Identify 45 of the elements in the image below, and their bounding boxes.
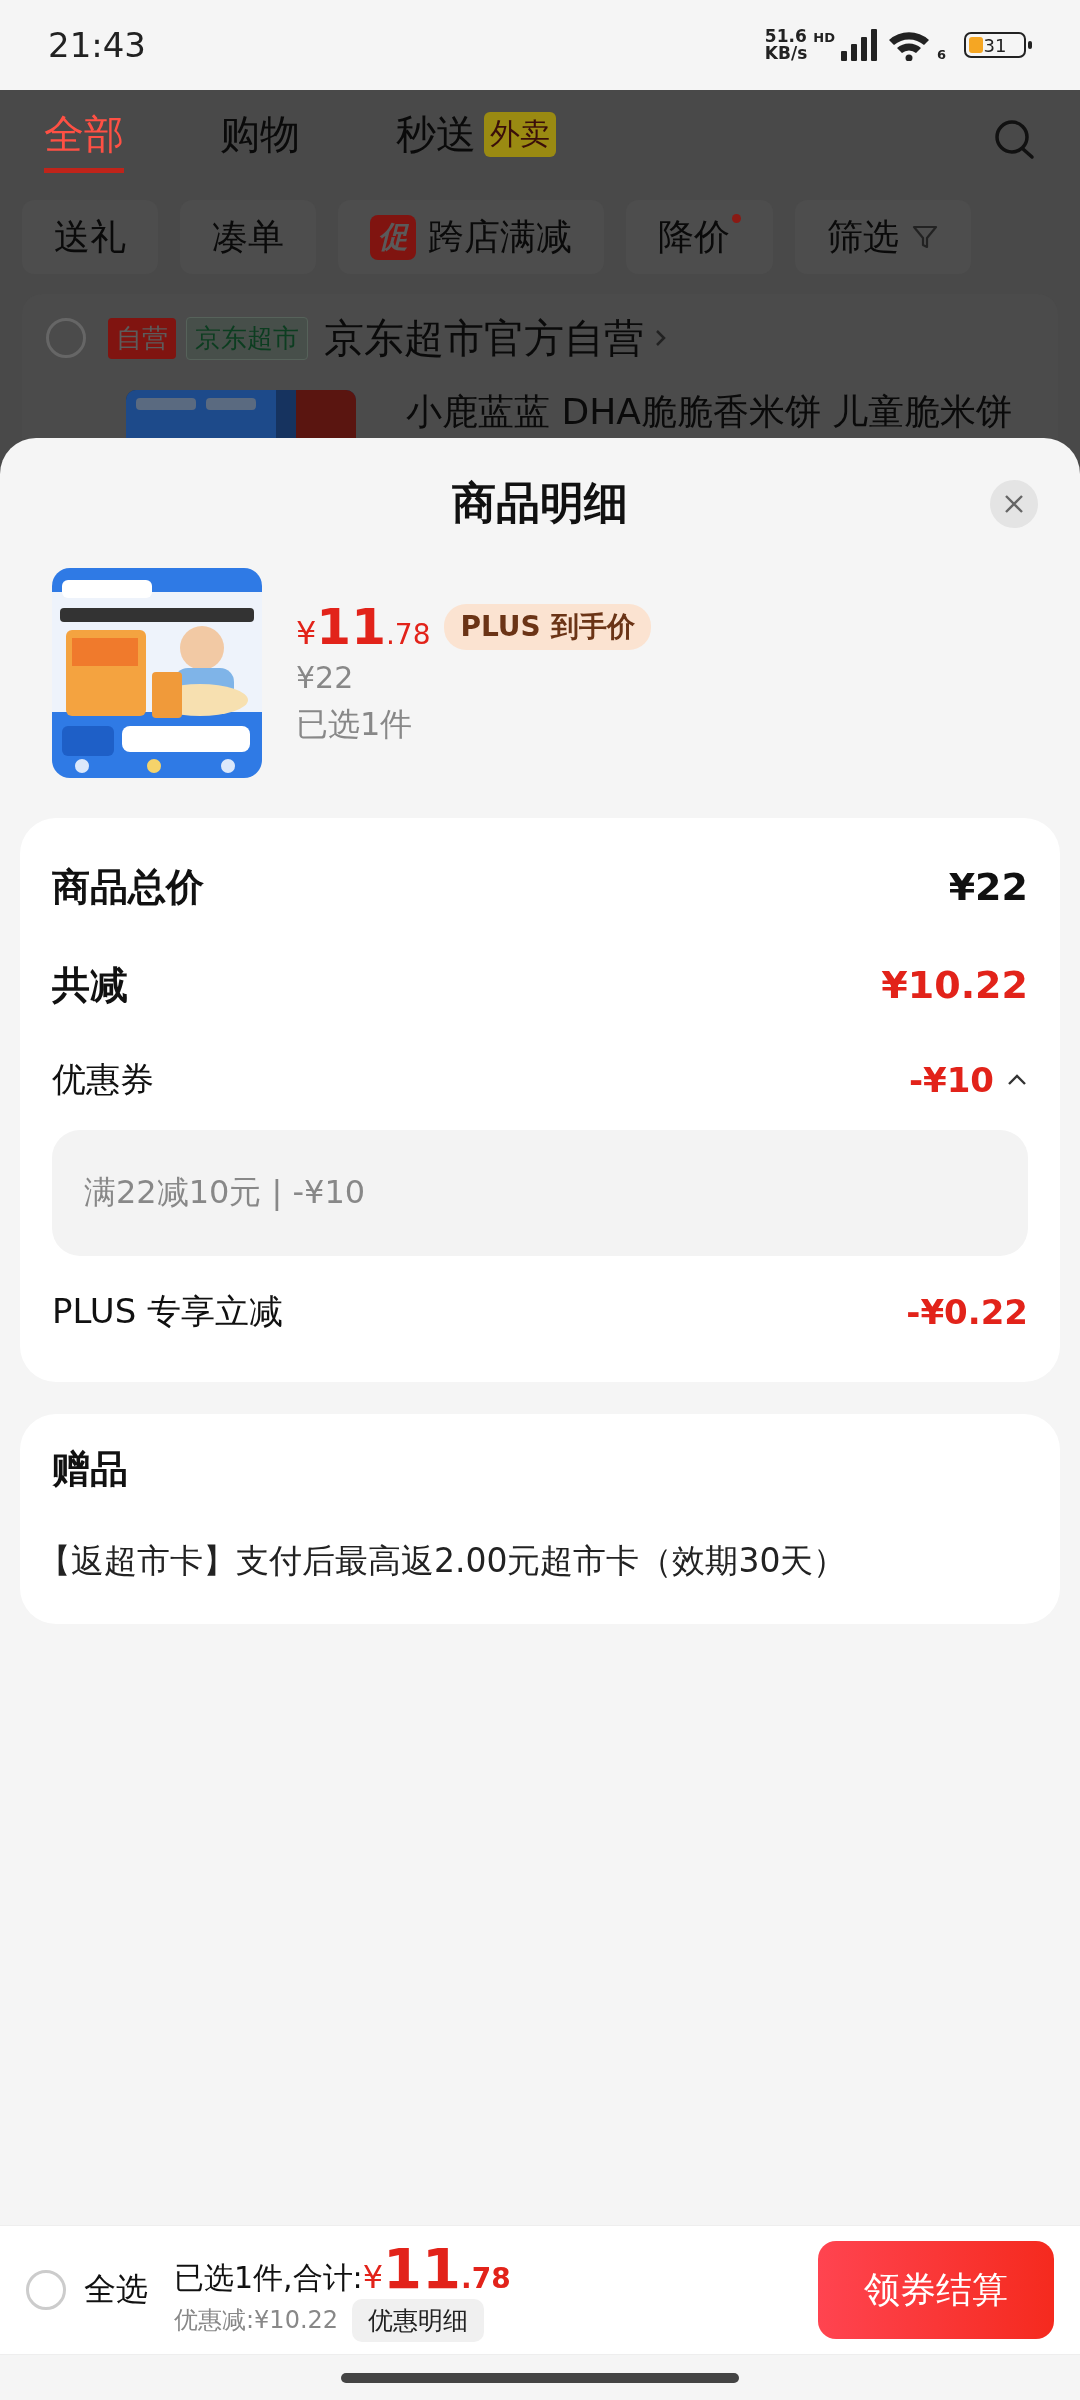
filter-chip[interactable]: 送礼 — [22, 200, 158, 274]
category-tab[interactable]: 全部 — [44, 107, 124, 173]
select-all-checkbox[interactable] — [26, 2270, 66, 2310]
status-time: 21:43 — [48, 25, 146, 65]
home-indicator[interactable] — [341, 2372, 739, 2383]
close-icon — [1003, 493, 1025, 515]
row-value: ¥10.22 — [881, 963, 1028, 1007]
product-title[interactable]: 小鹿蓝蓝 DHA脆脆香米饼 儿童脆米饼 — [406, 390, 1013, 434]
checkout-button[interactable]: 领券结算 — [818, 2241, 1054, 2339]
row-label: PLUS 专享立减 — [52, 1290, 284, 1333]
store-tag: 自营 — [108, 317, 176, 359]
category-tab[interactable]: 秒送 外卖 — [396, 107, 556, 173]
summary-label: 已选1件,合计: — [174, 2258, 363, 2297]
select-all-label[interactable]: 全选 — [84, 2268, 148, 2312]
row-value: ¥22 — [948, 865, 1028, 909]
filter-icon — [911, 223, 939, 251]
store-tag: 京东超市 — [186, 316, 308, 360]
network-speed: 51.6 KB/s — [764, 28, 808, 62]
original-price: ¥22 — [296, 660, 355, 695]
row-value: -¥10 — [908, 1060, 994, 1100]
filter-chip[interactable]: 凑单 — [180, 200, 316, 274]
gift-title: 赠品 — [52, 1446, 129, 1493]
selected-count: 已选1件 — [296, 704, 414, 745]
filter-chip[interactable]: 促 跨店满减 — [338, 200, 604, 274]
category-tab[interactable]: 购物 — [220, 107, 300, 173]
coupon-detail: 满22减10元 | -¥10 — [52, 1130, 1028, 1256]
filter-chip[interactable]: 降价 — [626, 200, 773, 274]
store-name[interactable]: 京东超市官方自营 — [324, 310, 644, 366]
gift-text: 【返超市卡】支付后最高返2.00元超市卡（效期30天） — [38, 1540, 848, 1582]
row-label: 优惠券 — [52, 1058, 154, 1101]
network-type: HD — [813, 30, 835, 45]
product-price: ¥11.78 — [296, 598, 431, 656]
wifi-label: 6 — [936, 47, 946, 62]
sheet-title: 商品明细 — [452, 475, 628, 530]
discount-details-button[interactable]: 优惠明细 — [352, 2298, 485, 2342]
price-tag: PLUS 到手价 — [444, 604, 651, 650]
total-price: ¥11.78 — [362, 2238, 511, 2299]
chevron-up-icon[interactable] — [1006, 1073, 1028, 1087]
close-button[interactable] — [990, 480, 1038, 528]
row-value: -¥0.22 — [906, 1292, 1028, 1332]
store-checkbox[interactable] — [46, 318, 86, 358]
discount-amount: 优惠减:¥10.22 — [174, 2305, 339, 2336]
filter-chip[interactable]: 筛选 — [795, 200, 971, 274]
row-label: 商品总价 — [52, 863, 204, 911]
row-label: 共减 — [52, 961, 128, 1009]
